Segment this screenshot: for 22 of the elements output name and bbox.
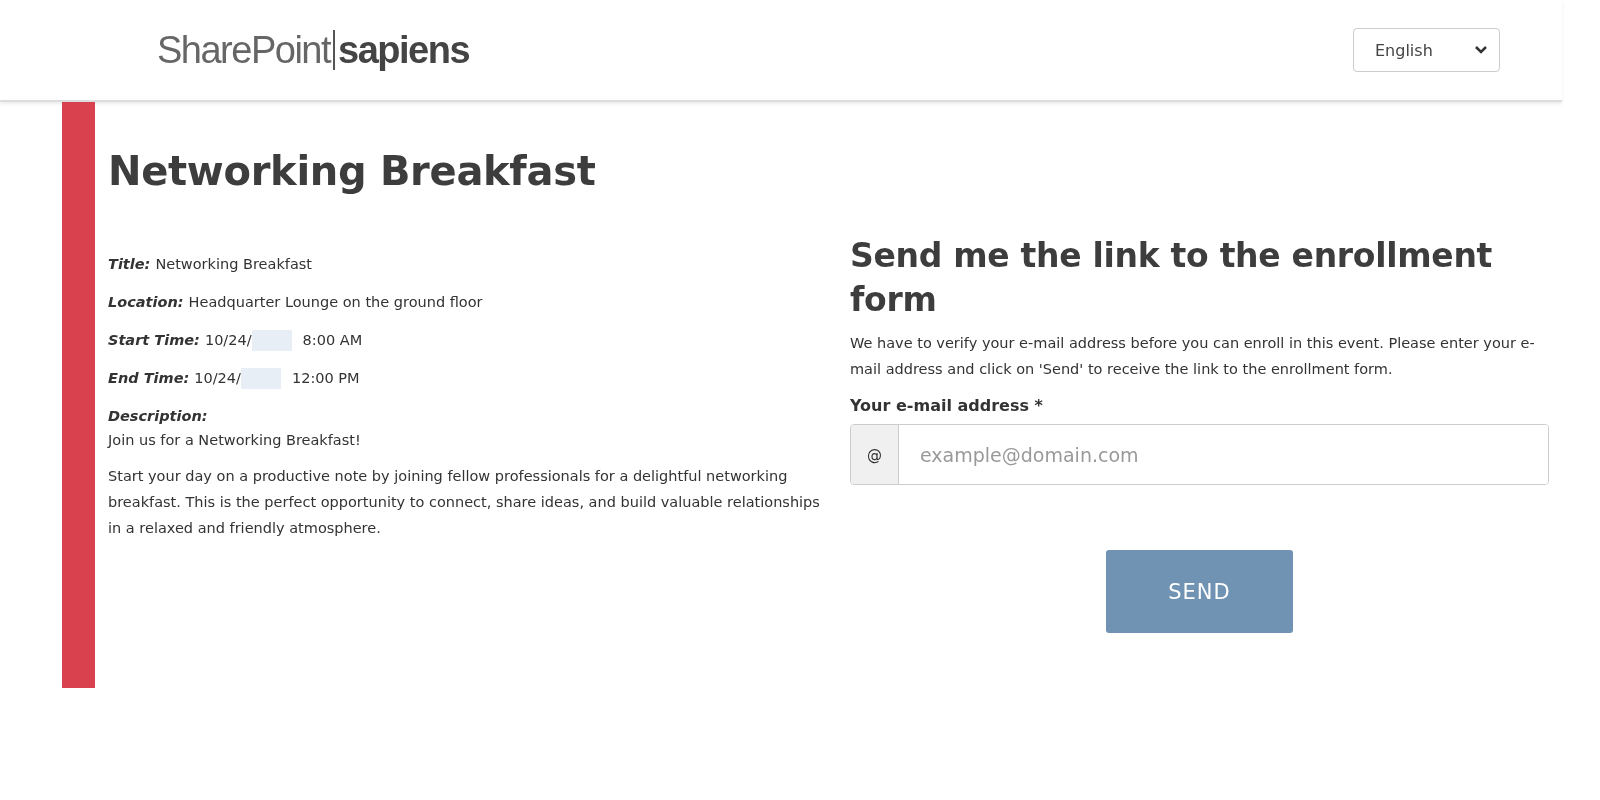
email-field[interactable]: @ example@domain.com	[850, 424, 1549, 485]
detail-value: 8:00 AM	[302, 331, 363, 350]
detail-label: Description:	[108, 407, 209, 426]
detail-value: 12:00 PM	[291, 369, 360, 388]
detail-label: Location:	[108, 293, 184, 312]
detail-label: Title:	[108, 255, 151, 274]
intro-text: We have to verify your e-mail address before you can enroll in this event. Please enter your e-mail address and click on 'Send' to receive the link to the enrollment form.	[850, 334, 1536, 379]
detail-value: 10/24/	[204, 331, 252, 350]
detail-label: Start Time:	[108, 331, 200, 350]
detail-value: Networking Breakfast	[155, 255, 312, 274]
detail-value: Headquarter Lounge on the ground floor	[188, 293, 483, 312]
page-title: Networking Breakfast	[108, 148, 597, 194]
description-text: Join us for a Networking Breakfast!	[108, 431, 362, 450]
description-text: Start your day on a productive note by joining fellow professionals for a delightful networking breakfast. This is the perfect opportunity to connect, share ideas, and build valuable relationships in a relaxed and friendly atmosphere.	[108, 467, 821, 538]
detail-label: End Time:	[108, 369, 190, 388]
chevron-down-icon	[1475, 45, 1487, 55]
logo: SharePoint sapiens	[157, 28, 470, 72]
language-select[interactable]: English	[1353, 28, 1500, 72]
at-prefix: @	[851, 425, 899, 484]
section-heading: Send me the link to the enrollment form	[850, 235, 1494, 321]
detail-value: 10/24/	[194, 369, 241, 388]
field-label: Your e-mail address *	[850, 396, 1044, 415]
